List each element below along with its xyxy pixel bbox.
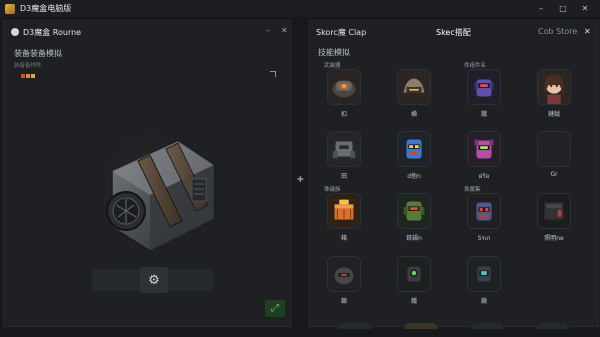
- green-robot-icon: [397, 193, 431, 229]
- category-text: 珠属集: [464, 187, 481, 193]
- skin-item-name: 鎖: [340, 298, 347, 305]
- category-label: 珠键族: [318, 185, 341, 193]
- skin-item[interactable]: 鉄鍋n: [390, 193, 438, 245]
- green-eye-bot-icon: [397, 256, 431, 292]
- category-dot-icon: [458, 187, 462, 191]
- skin-item-name: 鏈鉞: [547, 111, 560, 118]
- category-dot-icon: [318, 187, 322, 191]
- left-hint: 装备备样陈: [14, 63, 42, 69]
- corner-marker-icon: [270, 71, 276, 77]
- skin-item[interactable]: 横: [390, 69, 438, 121]
- category-dot-icon: [458, 63, 462, 67]
- category-dot-icon: [318, 63, 322, 67]
- swatch-yellow[interactable]: [31, 74, 35, 78]
- item-thumb-peek: [470, 323, 504, 329]
- tab-skin-clap[interactable]: Skorc魔 Clap: [316, 27, 366, 38]
- girl-avatar-icon: [537, 69, 571, 105]
- skin-item-name: 横: [410, 111, 417, 118]
- skin-item-name: 田: [340, 173, 347, 180]
- right-subtitle: 技能模拟: [318, 48, 350, 57]
- item-thumb-peek: [404, 323, 438, 329]
- dark-bot-icon: [327, 256, 361, 292]
- minimize-button[interactable]: –: [530, 0, 552, 17]
- category-label: 珠属集: [458, 185, 481, 193]
- panel-logo-icon: [11, 28, 19, 36]
- blue-robot-icon: [397, 131, 431, 167]
- black-box-icon: [537, 193, 571, 229]
- category-text: 珠键族: [324, 187, 341, 193]
- skin-item-name: 照明ne: [544, 235, 564, 242]
- title-bar: D3魔盒电脑版 – □ ✕: [0, 0, 600, 17]
- skin-item[interactable]: 田: [320, 131, 368, 183]
- right-panel-close-button[interactable]: ✕: [584, 27, 591, 36]
- left-panel-title: D3魔盒 Rourne: [23, 27, 82, 37]
- item-thumb-peek: [536, 323, 570, 329]
- skin-item-name: 鐵: [410, 298, 417, 305]
- skin-item-name: Gr: [550, 171, 558, 178]
- skin-item-name: 鐵: [480, 111, 487, 118]
- category-text: 武装器: [324, 63, 341, 69]
- category-text: 件组件名: [464, 63, 487, 69]
- skin-item[interactable]: 鐵: [460, 69, 508, 121]
- skin-item[interactable]: 鎖: [320, 256, 368, 308]
- next-row-peek: [338, 323, 570, 331]
- panel-splitter-icon[interactable]: ✚: [297, 175, 304, 184]
- left-subtitle: 装备装备模拟: [14, 49, 62, 58]
- empty-slot-icon: [537, 131, 571, 167]
- rust-mech-icon: [327, 69, 361, 105]
- skin-item-name: 扣: [340, 111, 347, 118]
- skin-item[interactable]: 照明ne: [530, 193, 578, 245]
- equipment-preview-panel: D3魔盒 Rourne – ✕ 装备装备模拟 装备备样陈 ⚙ ⤢: [3, 20, 291, 327]
- panel-minimize-button[interactable]: –: [266, 26, 270, 35]
- tank-helmet-icon: [397, 69, 431, 105]
- swatch-orange[interactable]: [26, 74, 30, 78]
- panel-close-button[interactable]: ✕: [281, 26, 288, 35]
- equipment-3d-preview[interactable]: [74, 119, 234, 269]
- skin-item[interactable]: d他n: [390, 131, 438, 183]
- category-label: 件组件名: [458, 61, 486, 69]
- skin-item[interactable]: ฝร้อ: [460, 131, 508, 183]
- color-swatches: [21, 74, 35, 78]
- window-title: D3魔盒电脑版: [20, 4, 72, 13]
- skin-item-name: 鉄鍋n: [406, 235, 422, 242]
- skin-item-name: ฝร้อ: [478, 173, 490, 180]
- teal-bot-icon: [467, 256, 501, 292]
- orange-crate-icon: [327, 193, 361, 229]
- skin-item[interactable]: 扣: [320, 69, 368, 121]
- item-thumb-peek: [338, 323, 372, 329]
- close-button[interactable]: ✕: [574, 0, 596, 17]
- skin-item[interactable]: 箱: [320, 193, 368, 245]
- skin-item-name: Sรเก: [477, 235, 491, 242]
- category-label: 武装器: [318, 61, 341, 69]
- pink-robot-icon: [467, 131, 501, 167]
- skin-item[interactable]: Gr: [530, 131, 578, 183]
- settings-gear-button[interactable]: ⚙: [140, 267, 168, 293]
- skin-item-name: d他n: [407, 173, 421, 180]
- red-robot-icon: [467, 193, 501, 229]
- app-logo-icon: [5, 3, 15, 14]
- tab-cob-store[interactable]: Cob Store: [538, 27, 577, 36]
- skin-selector-panel: Skorc魔 Clap Skec搭配 Cob Store ✕ 技能模拟 武装器 …: [309, 20, 599, 329]
- maximize-button[interactable]: □: [552, 0, 574, 17]
- skin-item-name: 箱: [340, 235, 347, 242]
- gray-mech-icon: [327, 131, 361, 167]
- skin-item[interactable]: 鐵: [390, 256, 438, 308]
- swatch-red[interactable]: [21, 74, 25, 78]
- tab-skin-match[interactable]: Skec搭配: [436, 27, 471, 38]
- expand-view-button[interactable]: ⤢: [265, 300, 285, 317]
- skin-item[interactable]: 鏈鉞: [530, 69, 578, 121]
- purple-robot-icon: [467, 69, 501, 105]
- skin-item[interactable]: Sรเก: [460, 193, 508, 245]
- skin-item[interactable]: 鏡: [460, 256, 508, 308]
- skin-item-name: 鏡: [480, 298, 487, 305]
